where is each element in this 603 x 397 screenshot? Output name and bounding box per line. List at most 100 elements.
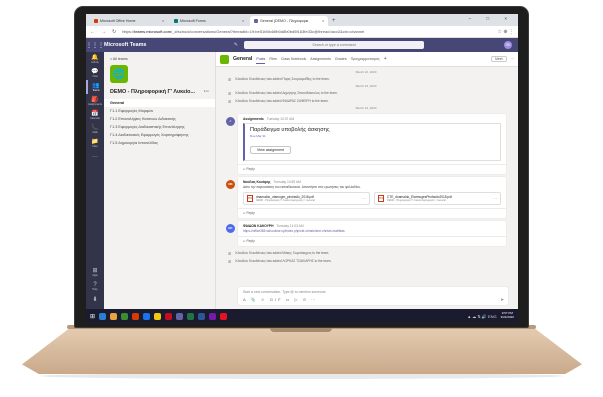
- rail-item-activity[interactable]: 🔔 Activity: [86, 52, 104, 66]
- tray-icons[interactable]: ▲ ☁ ⇅ 🔊 ENG: [467, 314, 496, 319]
- taskbar-app-icon[interactable]: [187, 312, 195, 320]
- forward-icon[interactable]: →: [101, 29, 106, 35]
- tab-label: Microsoft Forms: [180, 19, 206, 23]
- taskbar-app-icon[interactable]: [165, 312, 173, 320]
- avatar[interactable]: ΠΚ: [504, 41, 512, 49]
- windows-taskbar: ⊞ ▲ ☁ ⇅ 🔊 ENG 9:57 PM 3/24/2020: [86, 309, 518, 323]
- taskbar-app-icon[interactable]: [220, 312, 228, 320]
- reload-icon[interactable]: ↻: [112, 29, 116, 35]
- taskbar-app-icon[interactable]: [132, 312, 140, 320]
- tab-programming[interactable]: Προγραμματισμός: [351, 55, 380, 63]
- team-more-icon[interactable]: ···: [204, 89, 209, 95]
- app-title: Microsoft Teams: [104, 42, 147, 48]
- file-attachment[interactable]: PDF dnarnaldo_ofamogm_pirofaslio_2018.pd…: [243, 192, 370, 205]
- header-actions: Meet ···: [491, 56, 514, 62]
- back-icon[interactable]: ←: [90, 29, 95, 35]
- close-tab-icon[interactable]: x: [162, 19, 164, 23]
- browser-tab-active[interactable]: General (DEMO - Πληροφορικ x: [250, 16, 328, 26]
- channel-item-general[interactable]: General: [104, 99, 215, 107]
- assignment-card: Παράδειγμα υποβολής άσκησης Due Mar 31 V…: [243, 123, 501, 161]
- post-link[interactable]: https://office365.schoolcse.cy/index.php…: [238, 229, 506, 236]
- search-input[interactable]: Search or type a command: [244, 41, 424, 49]
- tab-assignments[interactable]: Assignments: [310, 55, 331, 63]
- compose-box[interactable]: Start a new conversation. Type @ to ment…: [238, 287, 508, 305]
- taskbar-app-icon[interactable]: [209, 312, 217, 320]
- browser-menu-icons[interactable]: ☆ ⊕ ⋮: [498, 29, 514, 35]
- taskbar-app-icon[interactable]: [198, 312, 206, 320]
- channel-item[interactable]: Γ1.3 Εφαρμογές Διαδικαστικής Επανάληψης: [104, 123, 215, 131]
- rail-label: Activity: [91, 60, 99, 64]
- tab-class-notebook[interactable]: Class Notebook: [281, 55, 306, 63]
- rail-label: Calls: [92, 130, 98, 134]
- send-icon[interactable]: ➤: [500, 297, 504, 303]
- channel-list-pane: < All teams 🌐 DEMO - Πληροφορική Γ' Λυκε…: [104, 52, 216, 309]
- view-assignment-button[interactable]: View assignment: [250, 146, 292, 154]
- system-message: ⊞ Κλεοθών Κλεοθένους has added ΦΑΙΔΡΑΣ ΖΑ…: [226, 97, 506, 105]
- avatar: ΕΚ: [226, 224, 235, 233]
- window-controls[interactable]: – □ ×: [469, 16, 514, 21]
- taskbar-app-icon[interactable]: [110, 312, 118, 320]
- rail-item-calendar[interactable]: 📅 Calendar: [86, 108, 104, 122]
- all-teams-link[interactable]: < All teams: [104, 52, 215, 61]
- windows-start-icon[interactable]: ⊞: [90, 313, 95, 320]
- rail-item-chat[interactable]: 💬 Chat: [86, 66, 104, 80]
- message-feed: March 22, 2020 ⊞ Κλεοθών Κλεοθένους has a…: [216, 67, 518, 265]
- rail-item-download[interactable]: ⬇: [86, 293, 104, 307]
- rail-item-apps[interactable]: ⊞ Apps: [86, 265, 104, 279]
- tab-files[interactable]: Files: [269, 55, 277, 63]
- file-attachment[interactable]: PDF CTE_dnarnaldo_ElarmogesPirofaclio201…: [374, 192, 501, 205]
- rail-item-files[interactable]: 📁 Files: [86, 136, 104, 150]
- browser-tab[interactable]: Microsoft Forms x: [170, 16, 248, 26]
- channel-item[interactable]: Γ1.2 Επαναλήψεις Κατανοώ Διδακτικής: [104, 115, 215, 123]
- close-tab-icon[interactable]: x: [322, 19, 324, 23]
- new-tab-button[interactable]: +: [332, 16, 336, 26]
- system-tray: ▲ ☁ ⇅ 🔊 ENG 9:57 PM 3/24/2020: [467, 312, 514, 319]
- channel-item[interactable]: Γ1.1 Εφαρμογές Μορφών: [104, 107, 215, 115]
- member-added-icon: ⊞: [228, 98, 232, 104]
- browser-tab-strip: Microsoft Office Home x Microsoft Forms …: [86, 14, 518, 26]
- globe-icon: 🌐: [110, 65, 128, 83]
- teams-header: ⋮⋮⋮ Microsoft Teams ✎ Search or type a c…: [86, 38, 518, 52]
- rail-label: Calendar: [90, 116, 100, 120]
- app-launcher-icon[interactable]: ⋮⋮⋮: [86, 42, 104, 49]
- rail-item-teams[interactable]: 👥 Teams: [86, 80, 104, 94]
- taskbar-app-icon[interactable]: [176, 312, 184, 320]
- rail-item-assignments[interactable]: 🎒 Assignments: [86, 94, 104, 108]
- system-text: Κλεοθών Κλεοθένους has added Μάκης Χωριτ…: [235, 251, 330, 255]
- laptop-base: [22, 326, 582, 374]
- compose-placeholder[interactable]: Start a new conversation. Type @ to ment…: [238, 287, 508, 297]
- tab-posts[interactable]: Posts: [256, 55, 266, 64]
- more-icon[interactable]: ···: [511, 57, 514, 61]
- team-name[interactable]: DEMO - Πληροφορική Γ' Λυκείο... ···: [104, 87, 215, 97]
- add-tab-icon[interactable]: +: [384, 56, 387, 62]
- channel-item[interactable]: Γ1.5 Δημιουργία Ιστοσελίδας: [104, 139, 215, 147]
- member-added-icon: ⊞: [228, 90, 232, 96]
- clock[interactable]: 9:57 PM 3/24/2020: [501, 312, 514, 319]
- rail-item-help[interactable]: ? Help: [86, 279, 104, 293]
- avatar: NK: [226, 180, 235, 189]
- reply-button[interactable]: ↩ Reply: [238, 208, 506, 218]
- tab-grades[interactable]: Grades: [335, 55, 347, 63]
- taskbar-app-icon[interactable]: [121, 312, 129, 320]
- taskbar-app-icon[interactable]: [143, 312, 151, 320]
- reply-button[interactable]: ↩ Reply: [238, 164, 506, 174]
- file-more-icon[interactable]: ···: [362, 196, 366, 201]
- compose-toolbar[interactable]: A 📎 ☺ GIF ▭ ▷ ⊙ ⋯: [238, 297, 508, 302]
- rail-label: Chat: [92, 74, 98, 78]
- rail-item-calls[interactable]: 📞 Calls: [86, 122, 104, 136]
- rail-item-more[interactable]: ···: [86, 150, 104, 164]
- taskbar-app-icon[interactable]: [154, 312, 162, 320]
- taskbar-app-icon[interactable]: [99, 312, 107, 320]
- address-bar[interactable]: https://teams.microsoft.com/_#/school/co…: [122, 28, 491, 36]
- browser-tab[interactable]: Microsoft Office Home x: [90, 16, 168, 26]
- meet-button[interactable]: Meet: [491, 56, 507, 62]
- file-attachments: PDF dnarnaldo_ofamogm_pirofaslio_2018.pd…: [238, 191, 506, 208]
- file-info: CTE_dnarnaldo_ElarmogesPirofaclio2018.pd…: [387, 195, 490, 202]
- channel-item[interactable]: Γ1.4 Διαδικτυακές Εφαρμογές Χαρτογράφηση…: [104, 131, 215, 139]
- reply-button[interactable]: ↩ Reply: [238, 236, 506, 246]
- close-tab-icon[interactable]: x: [242, 19, 244, 23]
- file-more-icon[interactable]: ···: [493, 196, 497, 201]
- post-header: Assignments Tuesday 10:37 AM: [238, 114, 506, 122]
- new-chat-icon[interactable]: ✎: [204, 42, 244, 48]
- tab-label: Microsoft Office Home: [100, 19, 136, 23]
